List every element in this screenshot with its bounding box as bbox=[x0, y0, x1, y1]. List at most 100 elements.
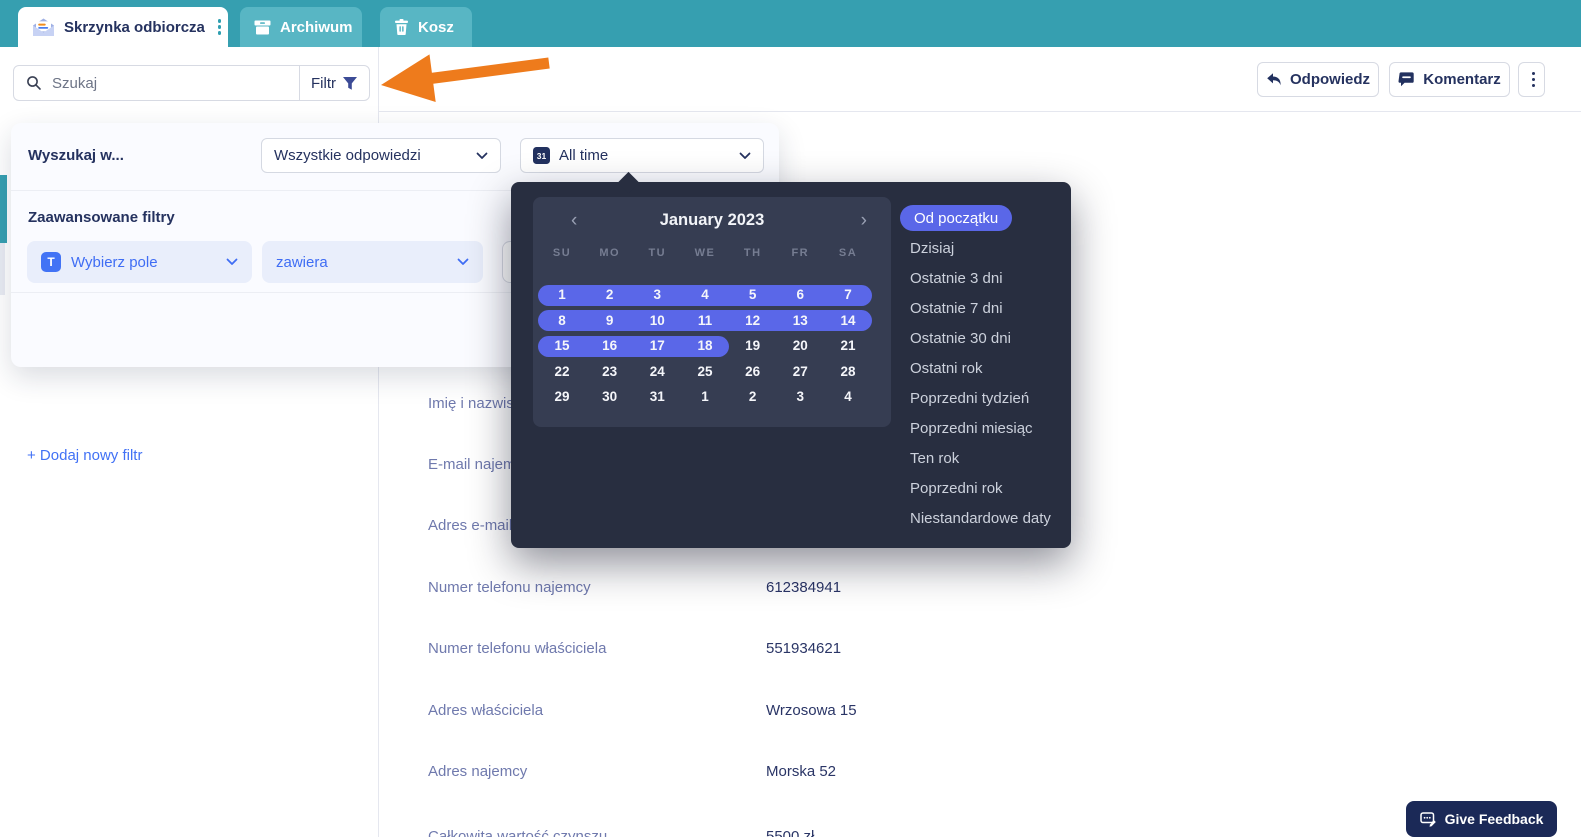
calendar-day[interactable]: 23 bbox=[592, 362, 628, 382]
calendar-day[interactable]: 22 bbox=[544, 362, 580, 382]
field-label: Numer telefonu najemcy bbox=[428, 578, 591, 596]
date-range-dropdown[interactable]: 31 All time bbox=[520, 138, 764, 173]
content-header-divider bbox=[379, 111, 1581, 112]
weekday-label: SA bbox=[838, 247, 858, 259]
add-filter-link[interactable]: + Dodaj nowy filtr bbox=[27, 447, 142, 464]
field-label: Numer telefonu właściciela bbox=[428, 639, 607, 657]
selected-conversation-edge bbox=[0, 175, 7, 243]
calendar-icon: 31 bbox=[533, 147, 550, 164]
date-preset-option[interactable]: Ostatnie 30 dni bbox=[910, 325, 1011, 351]
calendar-day[interactable]: 11 bbox=[687, 311, 723, 331]
calendar-day[interactable]: 28 bbox=[830, 362, 866, 382]
calendar-day[interactable]: 2 bbox=[592, 285, 628, 305]
field-select-dropdown[interactable]: T Wybierz pole bbox=[27, 241, 252, 283]
tab-trash[interactable]: Kosz bbox=[380, 7, 472, 47]
responses-dropdown[interactable]: Wszystkie odpowiedzi bbox=[261, 138, 501, 173]
field-label: Adres e-mail bbox=[428, 516, 513, 534]
more-options-button[interactable] bbox=[1518, 62, 1545, 97]
comment-icon bbox=[1398, 71, 1415, 88]
feedback-label: Give Feedback bbox=[1444, 811, 1544, 827]
feedback-icon bbox=[1419, 811, 1437, 827]
tab-inbox[interactable]: Skrzynka odbiorcza bbox=[18, 7, 228, 47]
calendar-day[interactable]: 6 bbox=[782, 285, 818, 305]
date-preset-option[interactable]: Ten rok bbox=[910, 445, 959, 471]
calendar-day[interactable]: 18 bbox=[687, 336, 723, 356]
calendar-day[interactable]: 1 bbox=[687, 387, 723, 407]
calendar-day[interactable]: 24 bbox=[639, 362, 675, 382]
calendar-day[interactable]: 9 bbox=[592, 311, 628, 331]
search-icon bbox=[26, 75, 42, 91]
field-label: Całkowita wartość czynszu bbox=[428, 827, 608, 837]
calendar-day[interactable]: 20 bbox=[782, 336, 818, 356]
calendar-day[interactable]: 12 bbox=[735, 311, 771, 331]
weekday-label: TH bbox=[743, 247, 762, 259]
calendar-day[interactable]: 4 bbox=[687, 285, 723, 305]
reply-button[interactable]: Odpowiedz bbox=[1257, 62, 1379, 97]
date-preset-option[interactable]: Od początku bbox=[900, 205, 1013, 231]
weekday-label: FR bbox=[791, 247, 810, 259]
chevron-down-icon bbox=[226, 258, 238, 266]
calendar-day[interactable]: 25 bbox=[687, 362, 723, 382]
calendar-day[interactable]: 4 bbox=[830, 387, 866, 407]
calendar-day[interactable]: 31 bbox=[639, 387, 675, 407]
calendar-day[interactable]: 13 bbox=[782, 311, 818, 331]
filter-button[interactable]: Filtr bbox=[299, 66, 369, 100]
calendar-day[interactable]: 3 bbox=[782, 387, 818, 407]
date-preset-option[interactable]: Poprzedni tydzień bbox=[910, 385, 1029, 411]
app-window: Skrzynka odbiorcza Archiwum Kosz Szukaj … bbox=[0, 0, 1581, 837]
search-bar: Szukaj Filtr bbox=[13, 65, 370, 101]
operator-dropdown[interactable]: zawiera bbox=[262, 241, 483, 283]
kebab-menu-icon bbox=[1531, 71, 1536, 88]
calendar-day[interactable]: 2 bbox=[735, 387, 771, 407]
calendar-day[interactable]: 14 bbox=[830, 311, 866, 331]
tab-archive[interactable]: Archiwum bbox=[240, 7, 362, 47]
calendar-day[interactable]: 10 bbox=[639, 311, 675, 331]
calendar-month-title: January 2023 bbox=[659, 211, 765, 229]
calendar-day[interactable]: 1 bbox=[544, 285, 580, 305]
search-input[interactable]: Szukaj bbox=[52, 75, 299, 92]
calendar-day[interactable]: 29 bbox=[544, 387, 580, 407]
calendar-panel: ‹ January 2023 › SU MO TU WE TH FR SA 12345678… bbox=[533, 197, 891, 427]
text-field-type-icon: T bbox=[41, 252, 61, 272]
date-preset-option[interactable]: Ostatni rok bbox=[910, 355, 983, 381]
filter-funnel-icon bbox=[342, 76, 358, 91]
date-preset-option[interactable]: Ostatnie 7 dni bbox=[910, 295, 1003, 321]
next-month-icon[interactable]: › bbox=[861, 209, 867, 234]
date-range-dropdown-value: All time bbox=[559, 147, 609, 164]
calendar-day[interactable]: 21 bbox=[830, 336, 866, 356]
calendar-day[interactable]: 30 bbox=[592, 387, 628, 407]
calendar-day[interactable]: 26 bbox=[735, 362, 771, 382]
mailbox-tabs-bar: Skrzynka odbiorcza Archiwum Kosz bbox=[0, 0, 1581, 47]
calendar-day[interactable]: 7 bbox=[830, 285, 866, 305]
calendar-day[interactable]: 3 bbox=[639, 285, 675, 305]
give-feedback-button[interactable]: Give Feedback bbox=[1406, 801, 1557, 837]
calendar-day[interactable]: 15 bbox=[544, 336, 580, 356]
date-preset-option[interactable]: Niestandardowe daty bbox=[910, 505, 1051, 531]
calendar-day[interactable]: 16 bbox=[592, 336, 628, 356]
weekday-label: WE bbox=[694, 247, 716, 259]
detail-row: Adres właściciela Wrzosowa 15 bbox=[0, 700, 1581, 720]
tab-archive-label: Archiwum bbox=[280, 18, 353, 36]
date-preset-option[interactable]: Dzisiaj bbox=[910, 235, 954, 261]
calendar-day[interactable]: 8 bbox=[544, 311, 580, 331]
search-in-label: Wyszukaj w... bbox=[28, 147, 124, 164]
comment-button-label: Komentarz bbox=[1423, 71, 1501, 88]
calendar-day[interactable]: 5 bbox=[735, 285, 771, 305]
calendar-day[interactable]: 17 bbox=[639, 336, 675, 356]
date-picker-popup: ‹ January 2023 › SU MO TU WE TH FR SA 12345678… bbox=[511, 171, 1071, 548]
date-preset-option[interactable]: Ostatnie 3 dni bbox=[910, 265, 1003, 291]
date-preset-option[interactable]: Poprzedni miesiąc bbox=[910, 415, 1033, 441]
responses-dropdown-value: Wszystkie odpowiedzi bbox=[274, 147, 421, 164]
date-preset-option[interactable]: Poprzedni rok bbox=[910, 475, 1003, 501]
tab-inbox-label: Skrzynka odbiorcza bbox=[64, 18, 205, 36]
field-value: 612384941 bbox=[766, 578, 842, 596]
tab-options-icon[interactable] bbox=[217, 19, 222, 35]
archive-icon bbox=[254, 20, 271, 35]
calendar-day[interactable]: 27 bbox=[782, 362, 818, 382]
field-value: Morska 52 bbox=[766, 762, 837, 780]
detail-row: Adres najemcy Morska 52 bbox=[0, 761, 1581, 781]
calendar-day[interactable]: 19 bbox=[735, 336, 771, 356]
field-value: Wrzosowa 15 bbox=[766, 701, 857, 719]
comment-button[interactable]: Komentarz bbox=[1389, 62, 1510, 97]
reply-button-label: Odpowiedz bbox=[1290, 71, 1370, 88]
